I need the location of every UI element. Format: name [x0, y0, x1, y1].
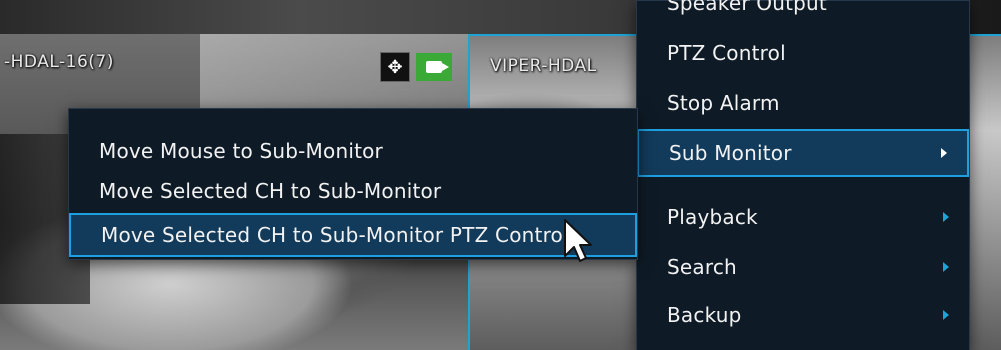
sub-monitor-submenu: Move Mouse to Sub-Monitor Move Selected … [68, 108, 638, 260]
chevron-right-icon [943, 262, 949, 272]
menu-item-label: Speaker Output [667, 0, 827, 15]
chevron-right-icon [943, 310, 949, 320]
menu-item-backup[interactable]: Backup [637, 295, 969, 335]
menu-item-speaker-output[interactable]: Speaker Output [637, 0, 969, 23]
menu-item-label: PTZ Control [667, 41, 786, 65]
mouse-pointer-icon [564, 219, 592, 262]
submenu-item-move-selected-ch[interactable]: Move Selected CH to Sub-Monitor [69, 171, 637, 211]
menu-item-search[interactable]: Search [637, 247, 969, 287]
move-arrows-icon[interactable]: ✥ [380, 52, 410, 82]
submenu-item-label: Move Selected CH to Sub-Monitor [99, 179, 442, 203]
menu-item-label: Playback [667, 205, 758, 229]
menu-item-label: Stop Alarm [667, 91, 780, 115]
menu-item-playback[interactable]: Playback [637, 197, 969, 237]
context-menu: Speaker Output PTZ Control Stop Alarm Su… [636, 0, 970, 350]
video-camera-icon [416, 53, 452, 81]
camera-title-right: VIPER-HDAL [490, 56, 597, 76]
submenu-item-move-selected-ch-ptz[interactable]: Move Selected CH to Sub-Monitor PTZ Cont… [69, 213, 637, 257]
chevron-right-icon [943, 212, 949, 222]
menu-item-label: Search [667, 255, 737, 279]
submenu-item-label: Move Selected CH to Sub-Monitor PTZ Cont… [101, 223, 569, 247]
menu-item-stop-alarm[interactable]: Stop Alarm [637, 83, 969, 123]
dvr-screen: -HDAL-16(7) ✥ VIPER-HDAL Speaker Output … [0, 0, 1001, 350]
menu-item-label: Sub Monitor [669, 141, 792, 165]
menu-item-sub-monitor[interactable]: Sub Monitor [637, 129, 969, 177]
camera-title-left: -HDAL-16(7) [4, 52, 114, 72]
submenu-item-label: Move Mouse to Sub-Monitor [99, 139, 383, 163]
menu-item-ptz-control[interactable]: PTZ Control [637, 33, 969, 73]
menu-item-label: Backup [667, 303, 742, 327]
chevron-right-icon [941, 148, 947, 158]
submenu-item-move-mouse[interactable]: Move Mouse to Sub-Monitor [69, 131, 637, 171]
camera-status-icons-left: ✥ [380, 52, 452, 82]
